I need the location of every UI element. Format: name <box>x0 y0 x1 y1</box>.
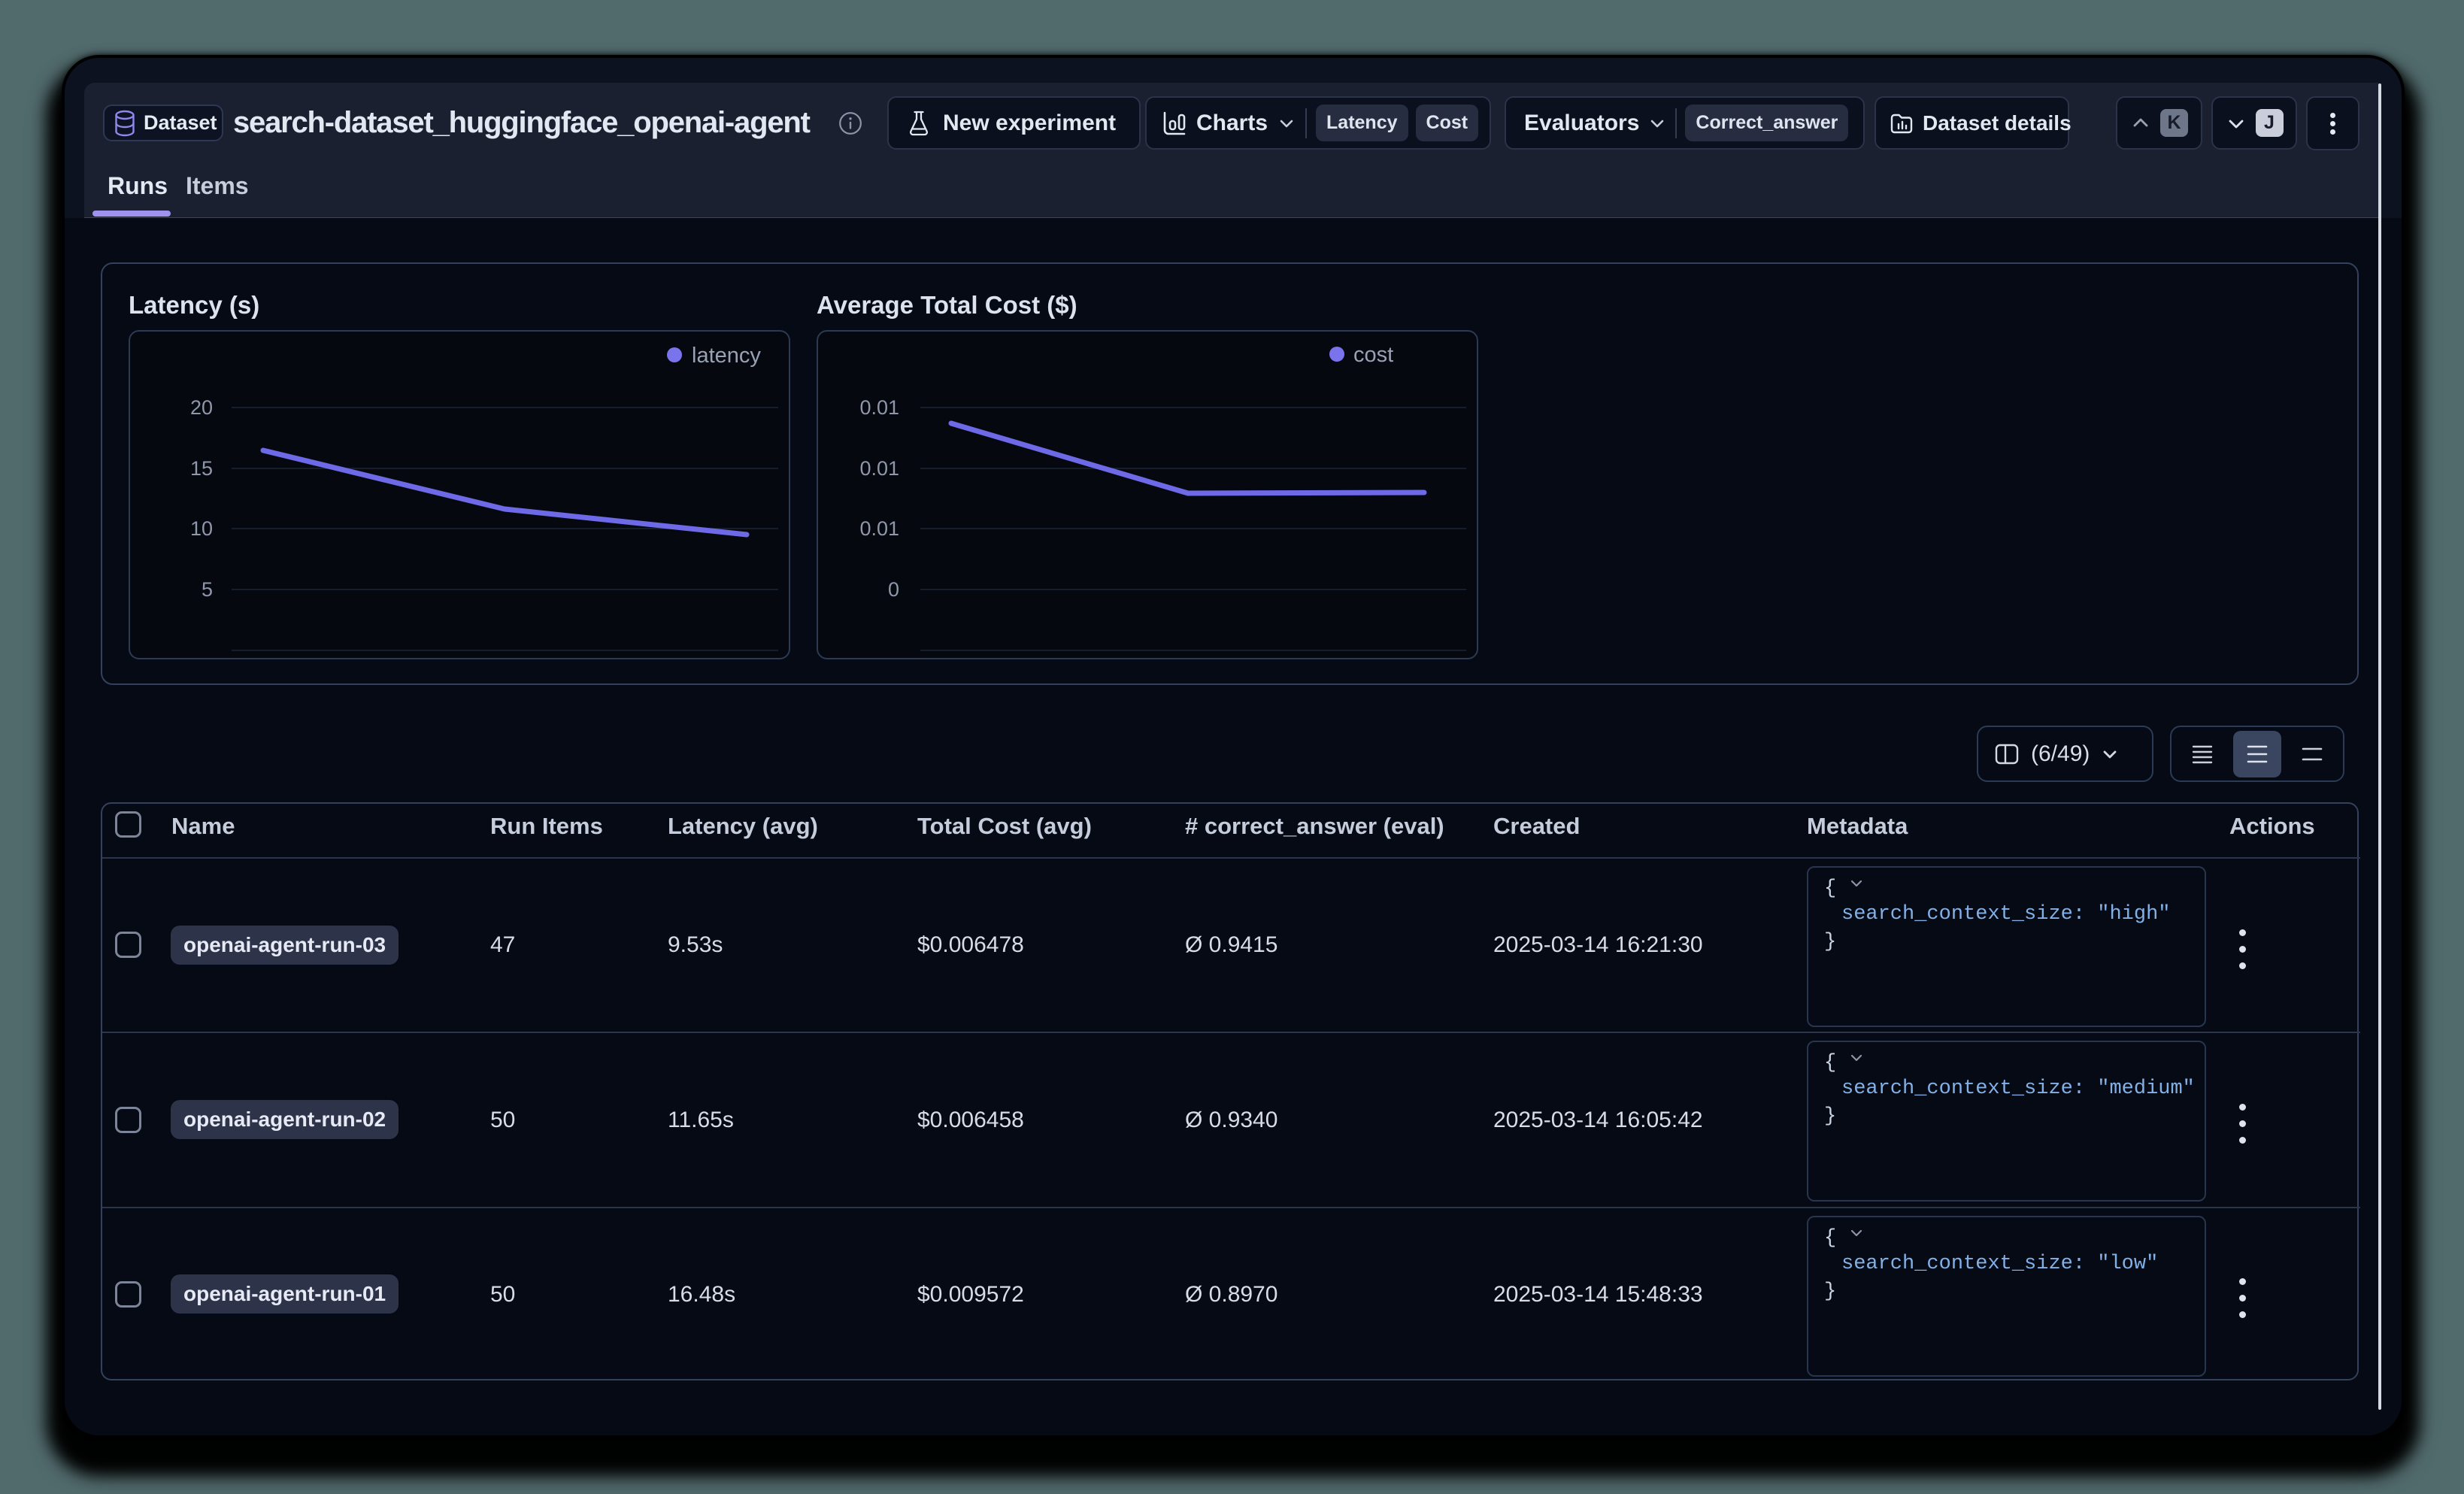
svg-text:5: 5 <box>202 578 213 601</box>
svg-text:latency: latency <box>692 344 761 368</box>
svg-text:15: 15 <box>190 457 213 480</box>
svg-text:0: 0 <box>888 578 899 601</box>
svg-text:0.01: 0.01 <box>859 517 899 540</box>
svg-text:20: 20 <box>190 396 213 419</box>
svg-text:0.01: 0.01 <box>859 396 899 419</box>
svg-text:0.01: 0.01 <box>859 457 899 480</box>
svg-text:cost: cost <box>1353 343 1393 367</box>
svg-text:10: 10 <box>190 517 213 540</box>
